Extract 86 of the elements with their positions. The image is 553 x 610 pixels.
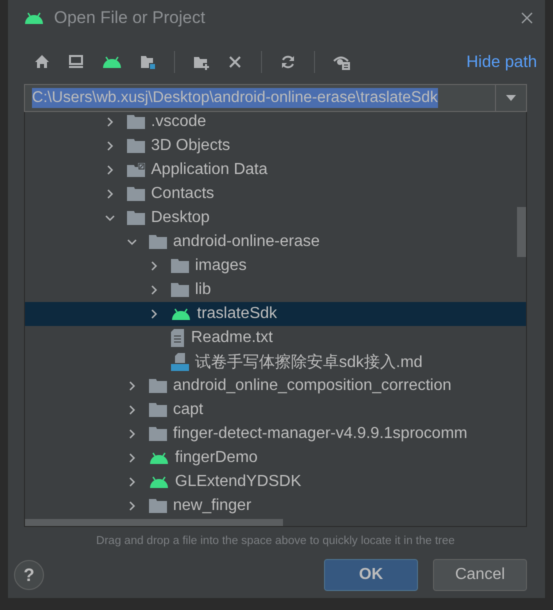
- android-icon: [149, 452, 169, 464]
- chevron-right-icon[interactable]: [127, 501, 137, 511]
- horizontal-scrollbar[interactable]: [25, 519, 283, 526]
- tree-row[interactable]: GLExtendYDSDK: [25, 470, 526, 494]
- chevron-down-icon[interactable]: [127, 237, 137, 247]
- folder-icon: [171, 283, 189, 297]
- vertical-scrollbar[interactable]: [517, 207, 526, 257]
- tree-row[interactable]: Desktop: [25, 206, 526, 230]
- tree-item-label: android-online-erase: [173, 233, 320, 251]
- tree-row[interactable]: 3D Objects: [25, 134, 526, 158]
- delete-icon[interactable]: [227, 54, 243, 70]
- folder-icon: [149, 403, 167, 417]
- tree-row[interactable]: Contacts: [25, 182, 526, 206]
- tree-item-label: Application Data: [151, 161, 268, 179]
- close-icon[interactable]: [521, 12, 533, 24]
- cancel-button[interactable]: Cancel: [433, 559, 527, 591]
- chevron-right-icon[interactable]: [105, 141, 115, 151]
- tree-row[interactable]: android_online_composition_correction: [25, 374, 526, 398]
- tree-row[interactable]: android-online-erase: [25, 230, 526, 254]
- tree-item-label: android_online_composition_correction: [173, 377, 452, 395]
- tree-item-label: Contacts: [151, 185, 214, 203]
- chevron-right-icon[interactable]: [149, 309, 159, 319]
- chevron-right-icon[interactable]: [127, 405, 137, 415]
- folder-icon: [127, 211, 145, 225]
- android-icon: [149, 476, 169, 488]
- chevron-right-icon[interactable]: [127, 453, 137, 463]
- tree-row[interactable]: fingerDemo: [25, 446, 526, 470]
- tree-row[interactable]: lib: [25, 278, 526, 302]
- eye-list-icon[interactable]: [333, 54, 351, 70]
- folder-icon: [149, 427, 167, 441]
- window-title: Open File or Project: [54, 8, 206, 28]
- folder-icon: [149, 379, 167, 393]
- tree-item-label: lib: [195, 281, 212, 299]
- chevron-right-icon[interactable]: [149, 261, 159, 271]
- android-icon: [171, 308, 191, 320]
- folder-icon: [171, 259, 189, 273]
- tree-row[interactable]: finger-detect-manager-v4.9.9.1sprocomm: [25, 422, 526, 446]
- tree-item-label: Desktop: [151, 209, 210, 227]
- tree-item-label: Readme.txt: [191, 329, 273, 347]
- tree-item-label: new_finger: [173, 497, 252, 515]
- shortcut-folder-icon: [127, 163, 145, 177]
- tree-item-label: capt: [173, 401, 204, 419]
- folder-icon: [149, 499, 167, 513]
- android-icon[interactable]: [102, 56, 122, 68]
- home-icon[interactable]: [34, 54, 50, 70]
- chevron-right-icon[interactable]: [127, 477, 137, 487]
- chevron-right-icon[interactable]: [105, 165, 115, 175]
- chevron-down-icon[interactable]: [105, 213, 115, 223]
- refresh-icon[interactable]: [280, 54, 296, 70]
- chevron-right-icon[interactable]: [105, 189, 115, 199]
- tree-item-label: GLExtendYDSDK: [175, 473, 302, 491]
- monitor-icon[interactable]: [68, 54, 84, 70]
- tree-row[interactable]: 试卷手写体擦除安卓sdk接入.md: [25, 350, 526, 374]
- caret-icon: [506, 95, 516, 101]
- tree-row[interactable]: new_finger: [25, 494, 526, 518]
- chevron-right-icon[interactable]: [127, 429, 137, 439]
- tree-item-label: traslateSdk: [197, 305, 278, 323]
- hint-text: Drag and drop a file into the space above to quickly locate it in the tree: [95, 535, 456, 547]
- tree-item-label: 试卷手写体擦除安卓sdk接入.md: [195, 352, 423, 372]
- chevron-right-icon[interactable]: [105, 117, 115, 127]
- android-icon: [24, 12, 44, 24]
- chevron-right-icon[interactable]: [149, 285, 159, 295]
- hide-path-link[interactable]: Hide path: [466, 52, 537, 72]
- tree-row[interactable]: capt: [25, 398, 526, 422]
- ok-button[interactable]: OK: [324, 559, 418, 591]
- tree-item-label: .vscode: [151, 113, 206, 131]
- folder-icon: [127, 139, 145, 153]
- folder-icon[interactable]: [140, 54, 156, 70]
- text-file-icon: [171, 329, 185, 347]
- tree-item-label: finger-detect-manager-v4.9.9.1sprocomm: [173, 425, 468, 443]
- markdown-file-icon: [171, 353, 189, 371]
- tree-item-label: 3D Objects: [151, 137, 230, 155]
- folder-icon: [127, 115, 145, 129]
- new-folder-icon[interactable]: [193, 54, 209, 70]
- selected-tree-row[interactable]: traslateSdk: [25, 302, 526, 326]
- tree-item-label: fingerDemo: [175, 449, 258, 467]
- folder-icon: [149, 235, 167, 249]
- help-button[interactable]: ?: [14, 560, 44, 590]
- tree-row[interactable]: .vscode: [25, 110, 526, 134]
- chevron-right-icon[interactable]: [127, 381, 137, 391]
- path-text: C:\Users\wb.xusj\Desktop\android-online-erase\traslateSdk: [32, 88, 438, 108]
- tree-row[interactable]: Readme.txt: [25, 326, 526, 350]
- tree-row[interactable]: Application Data: [25, 158, 526, 182]
- folder-icon: [127, 187, 145, 201]
- tree-row[interactable]: images: [25, 254, 526, 278]
- tree-item-label: images: [195, 257, 247, 275]
